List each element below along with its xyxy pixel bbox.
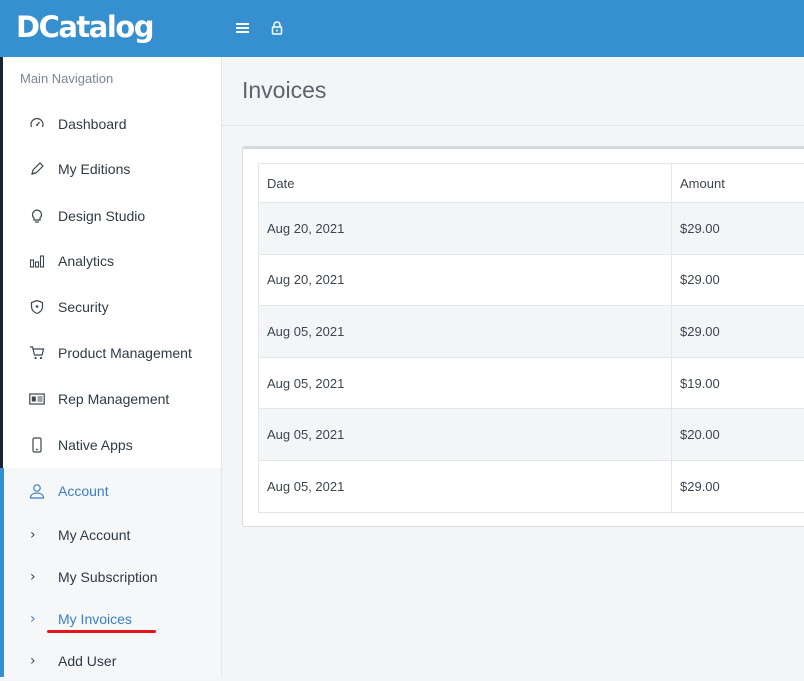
invoice-amount: $29.00 [672,254,804,306]
invoice-date: Aug 05, 2021 [259,306,672,358]
page-title: Invoices [242,77,326,104]
sidebar-item-label: Design Studio [58,208,145,224]
user-icon [28,482,46,500]
chevron-right-icon: › [30,611,36,627]
invoice-amount: $29.00 [672,306,804,358]
top-bar: DCatalog [0,0,804,57]
invoice-amount: $29.00 [672,460,804,512]
column-header-date[interactable]: Date [259,164,672,203]
table-header-row: Date Amount [259,164,804,203]
id-card-icon [28,390,46,408]
table-row[interactable]: Aug 20, 2021 $29.00 [259,254,804,306]
chevron-right-icon: › [30,653,36,669]
lock-icon[interactable] [266,17,288,39]
table-row[interactable]: Aug 05, 2021 $19.00 [259,357,804,409]
phone-icon [28,436,46,454]
invoice-amount: $29.00 [672,203,804,255]
sidebar-item-native-apps[interactable]: Native Apps [3,423,221,467]
chevron-right-icon: › [30,569,36,585]
invoice-date: Aug 05, 2021 [259,460,672,512]
invoice-date: Aug 20, 2021 [259,203,672,255]
cart-icon [28,344,46,362]
table-row[interactable]: Aug 05, 2021 $29.00 [259,306,804,358]
shield-icon [28,298,46,316]
invoice-amount: $20.00 [672,409,804,461]
sidebar-subitem-my-account[interactable]: › My Account [3,515,221,555]
invoices-table: Date Amount Aug 20, 2021 $29.00 Aug 20, … [258,163,804,513]
sidebar-subitem-label: My Subscription [58,569,158,585]
invoice-amount: $19.00 [672,357,804,409]
sidebar-subitem-label: My Account [58,527,130,543]
invoice-date: Aug 05, 2021 [259,357,672,409]
sidebar-item-label: Rep Management [58,391,169,407]
sidebar-item-dashboard[interactable]: Dashboard [3,102,221,146]
sidebar-item-label: Native Apps [58,437,133,453]
page-header: Invoices [222,57,804,126]
sidebar-item-label: Product Management [58,345,192,361]
sidebar-item-security[interactable]: Security [3,285,221,329]
lightbulb-icon [28,207,46,225]
speedometer-icon [28,115,46,133]
sidebar-subitem-my-subscription[interactable]: › My Subscription [3,557,221,597]
sidebar-item-label: Security [58,299,109,315]
sidebar-item-account[interactable]: Account [3,469,221,513]
sidebar-subitem-add-user[interactable]: › Add User [3,641,221,681]
sidebar-title: Main Navigation [20,71,113,86]
sidebar-item-label: My Editions [58,161,130,177]
invoice-date: Aug 05, 2021 [259,409,672,461]
table-row[interactable]: Aug 05, 2021 $29.00 [259,460,804,512]
table-row[interactable]: Aug 20, 2021 $29.00 [259,203,804,255]
sidebar-item-label: Account [58,483,109,499]
sidebar-item-design-studio[interactable]: Design Studio [3,194,221,238]
sidebar-subitem-label: My Invoices [58,611,132,627]
column-header-amount[interactable]: Amount [672,164,804,203]
pencil-icon [28,160,46,178]
hamburger-icon[interactable] [232,17,254,39]
chevron-right-icon: › [30,527,36,543]
current-item-underline [47,630,156,633]
bar-chart-icon [28,252,46,270]
sidebar-subitem-label: Add User [58,653,116,669]
sidebar-item-analytics[interactable]: Analytics [3,239,221,283]
table-row[interactable]: Aug 05, 2021 $20.00 [259,409,804,461]
sidebar-item-label: Analytics [58,253,114,269]
logo[interactable]: DCatalog [16,9,153,45]
sidebar-item-rep-management[interactable]: Rep Management [3,377,221,421]
sidebar-item-label: Dashboard [58,116,127,132]
sidebar-subitem-my-invoices[interactable]: › My Invoices [3,599,221,639]
sidebar-item-my-editions[interactable]: My Editions [3,147,221,191]
invoice-date: Aug 20, 2021 [259,254,672,306]
sidebar-item-product-management[interactable]: Product Management [3,331,221,375]
